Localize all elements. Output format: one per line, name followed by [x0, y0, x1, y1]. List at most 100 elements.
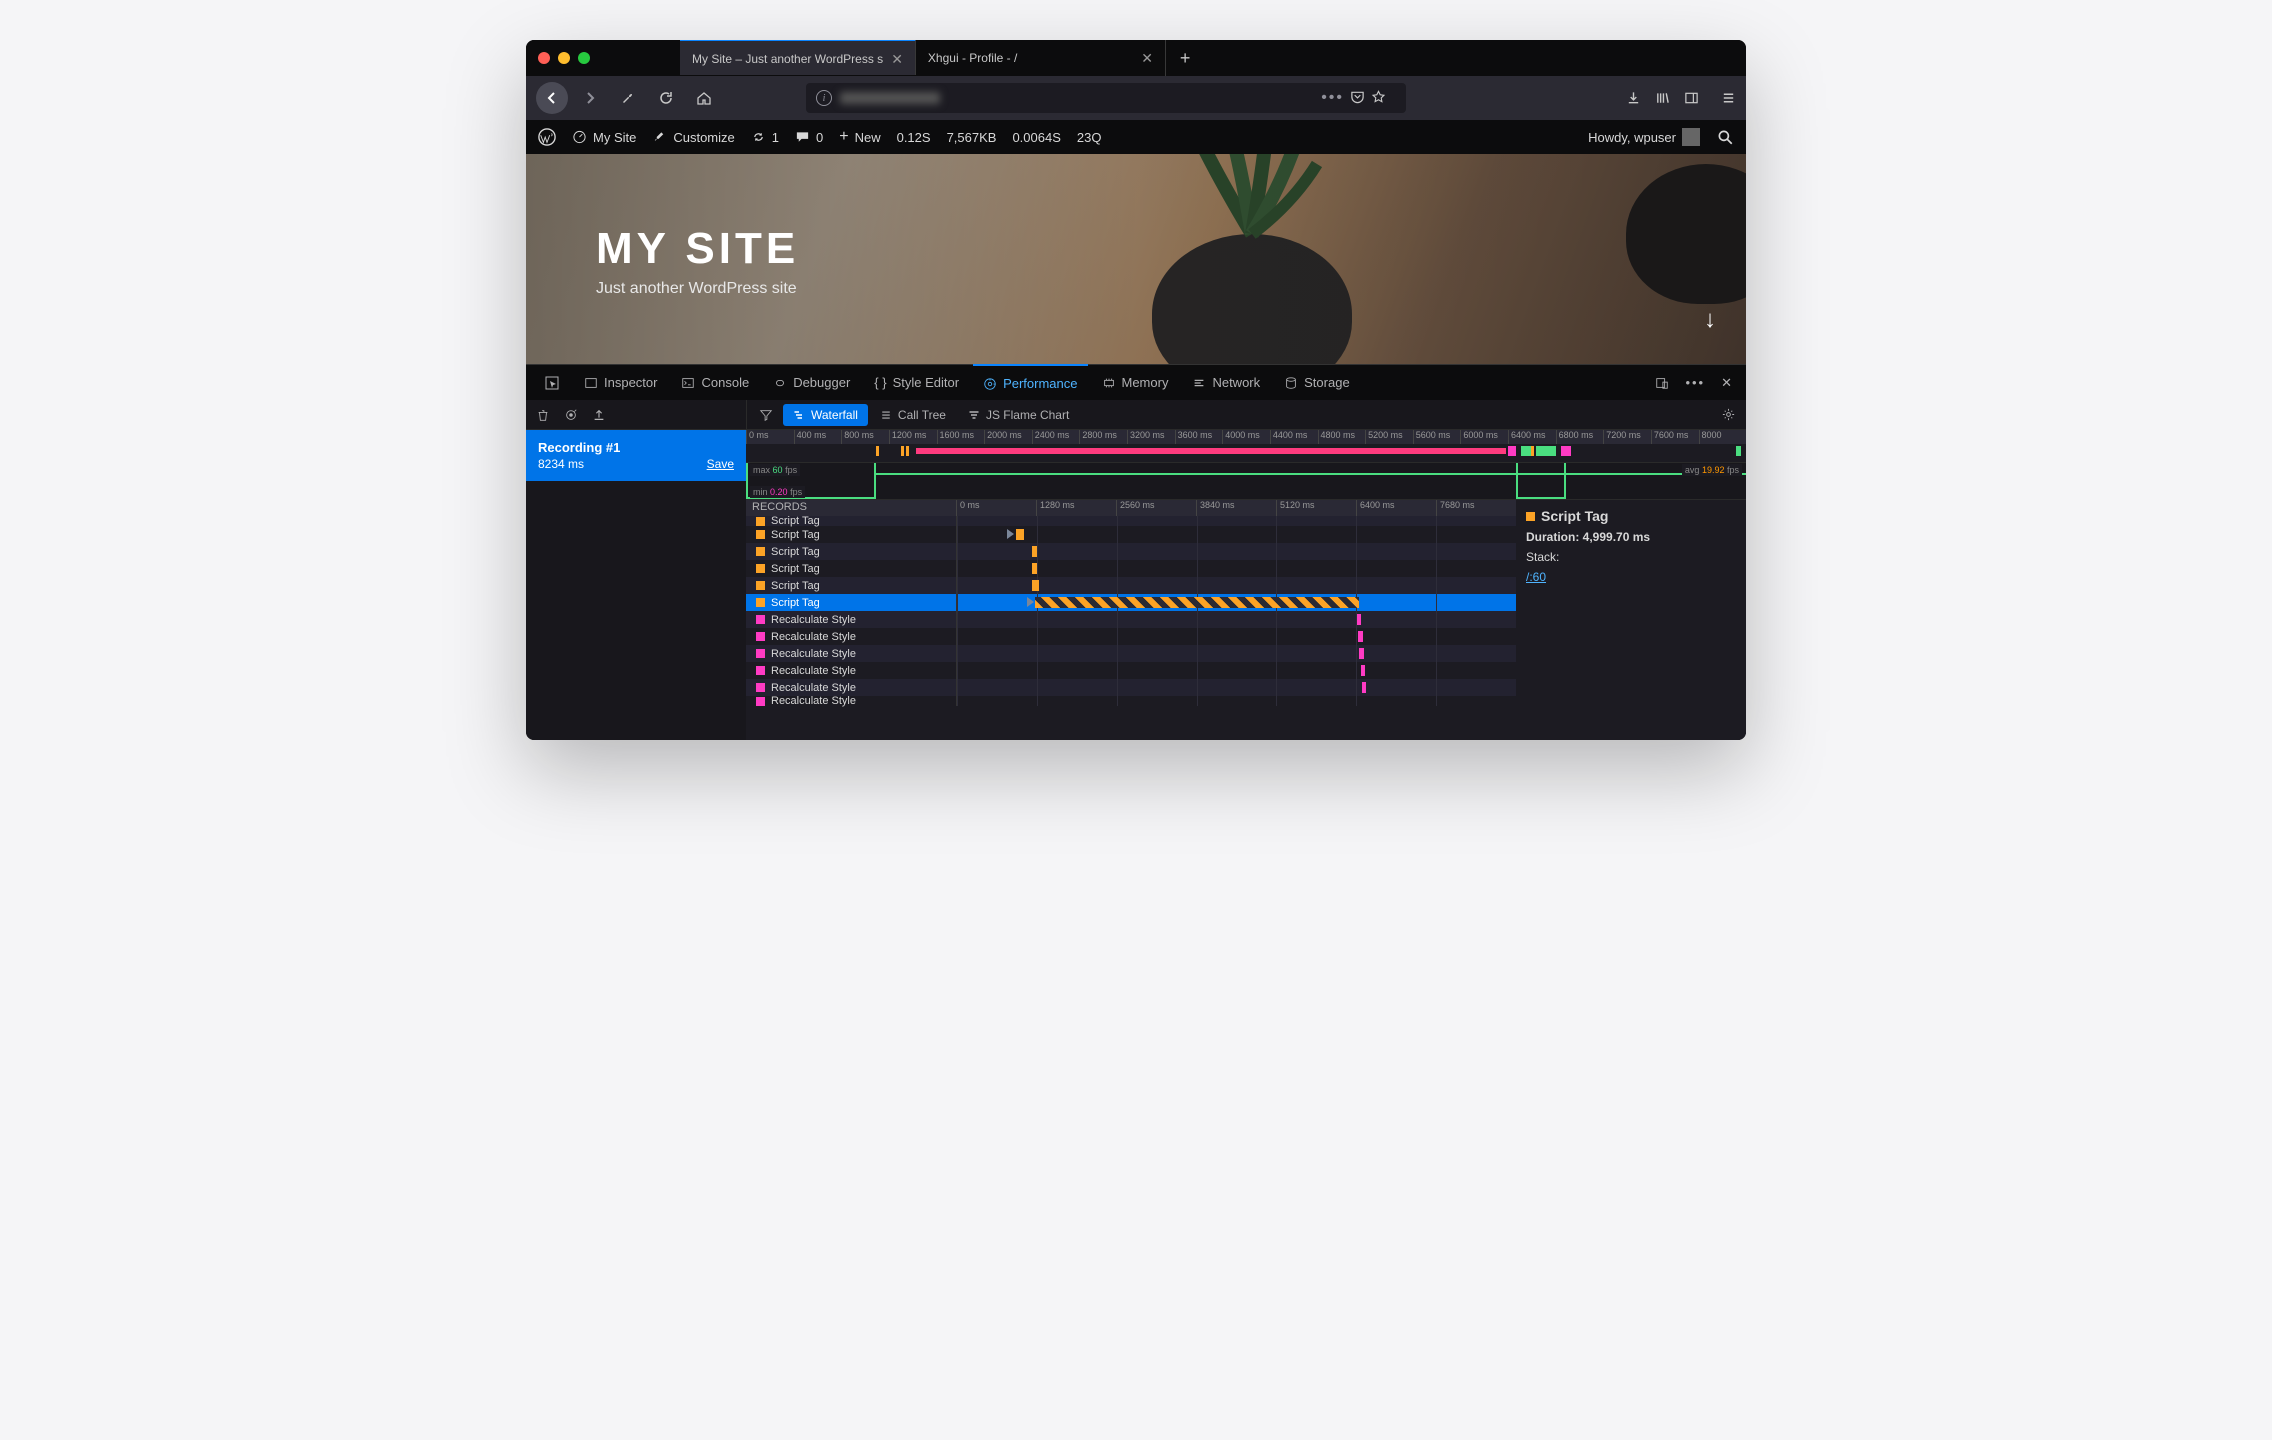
timeline-bar[interactable]: [1358, 631, 1362, 642]
overview-track[interactable]: [746, 444, 1746, 462]
waterfall-ruler[interactable]: 0 ms1280 ms2560 ms3840 ms5120 ms6400 ms7…: [956, 500, 1516, 516]
scroll-down-icon[interactable]: ↓: [1704, 306, 1716, 334]
record-row[interactable]: Recalculate Style: [746, 696, 1516, 706]
wp-updates[interactable]: 1: [751, 130, 779, 145]
record-row[interactable]: Recalculate Style: [746, 679, 1516, 696]
back-button[interactable]: [536, 82, 568, 114]
tab-style-editor[interactable]: { }Style Editor: [864, 365, 969, 401]
view-flame-chart[interactable]: JS Flame Chart: [958, 404, 1079, 426]
record-row[interactable]: Script Tag: [746, 577, 1516, 594]
wp-new[interactable]: + New: [839, 128, 880, 146]
timeline-bar[interactable]: [1032, 546, 1036, 557]
detail-stack-link[interactable]: /:60: [1526, 570, 1546, 584]
devtools-iframe-picker[interactable]: [534, 365, 570, 401]
record-track[interactable]: [956, 662, 1516, 679]
browser-tab-active[interactable]: My Site – Just another WordPress s ✕: [680, 40, 916, 75]
download-icon[interactable]: [1626, 91, 1641, 106]
timeline-bar[interactable]: [1361, 665, 1365, 676]
timeline-bar[interactable]: [1357, 614, 1361, 625]
wrench-icon[interactable]: [612, 82, 644, 114]
record-track[interactable]: [956, 594, 1516, 611]
timeline-bar[interactable]: [1359, 648, 1363, 659]
more-icon[interactable]: •••: [1321, 89, 1344, 107]
trash-icon[interactable]: [536, 408, 550, 422]
expand-triangle-icon[interactable]: [1027, 597, 1034, 607]
maximize-window-button[interactable]: [578, 52, 590, 64]
timeline-bar[interactable]: [1016, 529, 1024, 540]
info-icon[interactable]: i: [816, 90, 832, 106]
tab-storage[interactable]: Storage: [1274, 365, 1360, 401]
fps-track[interactable]: max 60 fps min 0.20 fps avg 19.92 fps: [746, 462, 1746, 500]
close-window-button[interactable]: [538, 52, 550, 64]
record-track[interactable]: [956, 645, 1516, 662]
record-row[interactable]: Script Tag: [746, 543, 1516, 560]
tab-network[interactable]: Network: [1182, 365, 1270, 401]
record-row[interactable]: Recalculate Style: [746, 645, 1516, 662]
devtools-close-icon[interactable]: ✕: [1715, 365, 1738, 401]
tab-memory[interactable]: Memory: [1092, 365, 1179, 401]
browser-tab[interactable]: Xhgui - Profile - / ✕: [916, 40, 1166, 76]
record-icon[interactable]: [564, 408, 578, 422]
record-row[interactable]: Recalculate Style: [746, 611, 1516, 628]
tab-performance[interactable]: Performance: [973, 364, 1087, 400]
record-row[interactable]: Script Tag: [746, 594, 1516, 611]
wp-site-link[interactable]: My Site: [572, 130, 636, 145]
record-track[interactable]: [956, 696, 1516, 706]
filter-icon[interactable]: [751, 408, 781, 422]
sidebar-icon[interactable]: [1684, 91, 1699, 106]
record-track[interactable]: [956, 516, 1516, 526]
library-icon[interactable]: [1655, 91, 1670, 106]
timeline-bar[interactable]: [1032, 563, 1036, 574]
record-track[interactable]: [956, 560, 1516, 577]
wp-search[interactable]: [1716, 128, 1734, 146]
close-tab-icon[interactable]: ✕: [1141, 50, 1153, 67]
timeline-bar[interactable]: [1362, 682, 1366, 693]
wp-customize[interactable]: Customize: [652, 130, 734, 145]
star-icon[interactable]: [1371, 89, 1386, 104]
wp-metric-queries[interactable]: 23Q: [1077, 130, 1102, 145]
devtools-more-icon[interactable]: •••: [1679, 365, 1711, 401]
view-call-tree[interactable]: Call Tree: [870, 404, 956, 426]
timeline-bar[interactable]: [1032, 580, 1039, 591]
record-track[interactable]: [956, 628, 1516, 645]
minimize-window-button[interactable]: [558, 52, 570, 64]
record-label: Script Tag: [746, 597, 956, 609]
overview-ruler[interactable]: 0 ms400 ms800 ms1200 ms1600 ms2000 ms240…: [746, 430, 1746, 444]
wp-logo[interactable]: [538, 128, 556, 146]
record-row[interactable]: Script Tag: [746, 560, 1516, 577]
menu-icon[interactable]: [1721, 91, 1736, 106]
performance-main: 0 ms400 ms800 ms1200 ms1600 ms2000 ms240…: [746, 430, 1746, 740]
record-row[interactable]: Recalculate Style: [746, 628, 1516, 645]
record-track[interactable]: [956, 611, 1516, 628]
responsive-mode-icon[interactable]: [1649, 365, 1675, 401]
record-track[interactable]: [956, 679, 1516, 696]
pocket-icon[interactable]: [1350, 89, 1365, 104]
import-icon[interactable]: [592, 408, 606, 422]
wp-comments[interactable]: 0: [795, 130, 823, 145]
reload-button[interactable]: [650, 82, 682, 114]
record-row[interactable]: Script Tag: [746, 526, 1516, 543]
record-track[interactable]: [956, 543, 1516, 560]
record-row[interactable]: Script Tag: [746, 516, 1516, 526]
close-tab-icon[interactable]: ✕: [891, 51, 903, 68]
record-track[interactable]: [956, 526, 1516, 543]
wp-user-greeting[interactable]: Howdy, wpuser: [1588, 128, 1700, 146]
record-row[interactable]: Recalculate Style: [746, 662, 1516, 679]
view-waterfall[interactable]: Waterfall: [783, 404, 868, 426]
tab-console[interactable]: Console: [671, 365, 759, 401]
timeline-bar[interactable]: [1035, 597, 1359, 608]
address-bar[interactable]: i •••: [806, 83, 1406, 113]
wp-metric-time2[interactable]: 0.0064S: [1012, 130, 1060, 145]
wp-metric-size[interactable]: 7,567KB: [947, 130, 997, 145]
recording-item[interactable]: Recording #1 8234 ms Save: [526, 430, 746, 481]
record-track[interactable]: [956, 577, 1516, 594]
tab-debugger[interactable]: Debugger: [763, 365, 860, 401]
tab-inspector[interactable]: Inspector: [574, 365, 667, 401]
expand-triangle-icon[interactable]: [1007, 529, 1014, 539]
wp-metric-time1[interactable]: 0.12S: [897, 130, 931, 145]
home-button[interactable]: [688, 82, 720, 114]
forward-button[interactable]: [574, 82, 606, 114]
gear-icon[interactable]: [1711, 407, 1746, 422]
new-tab-button[interactable]: +: [1166, 48, 1205, 69]
recording-save-link[interactable]: Save: [707, 457, 734, 471]
